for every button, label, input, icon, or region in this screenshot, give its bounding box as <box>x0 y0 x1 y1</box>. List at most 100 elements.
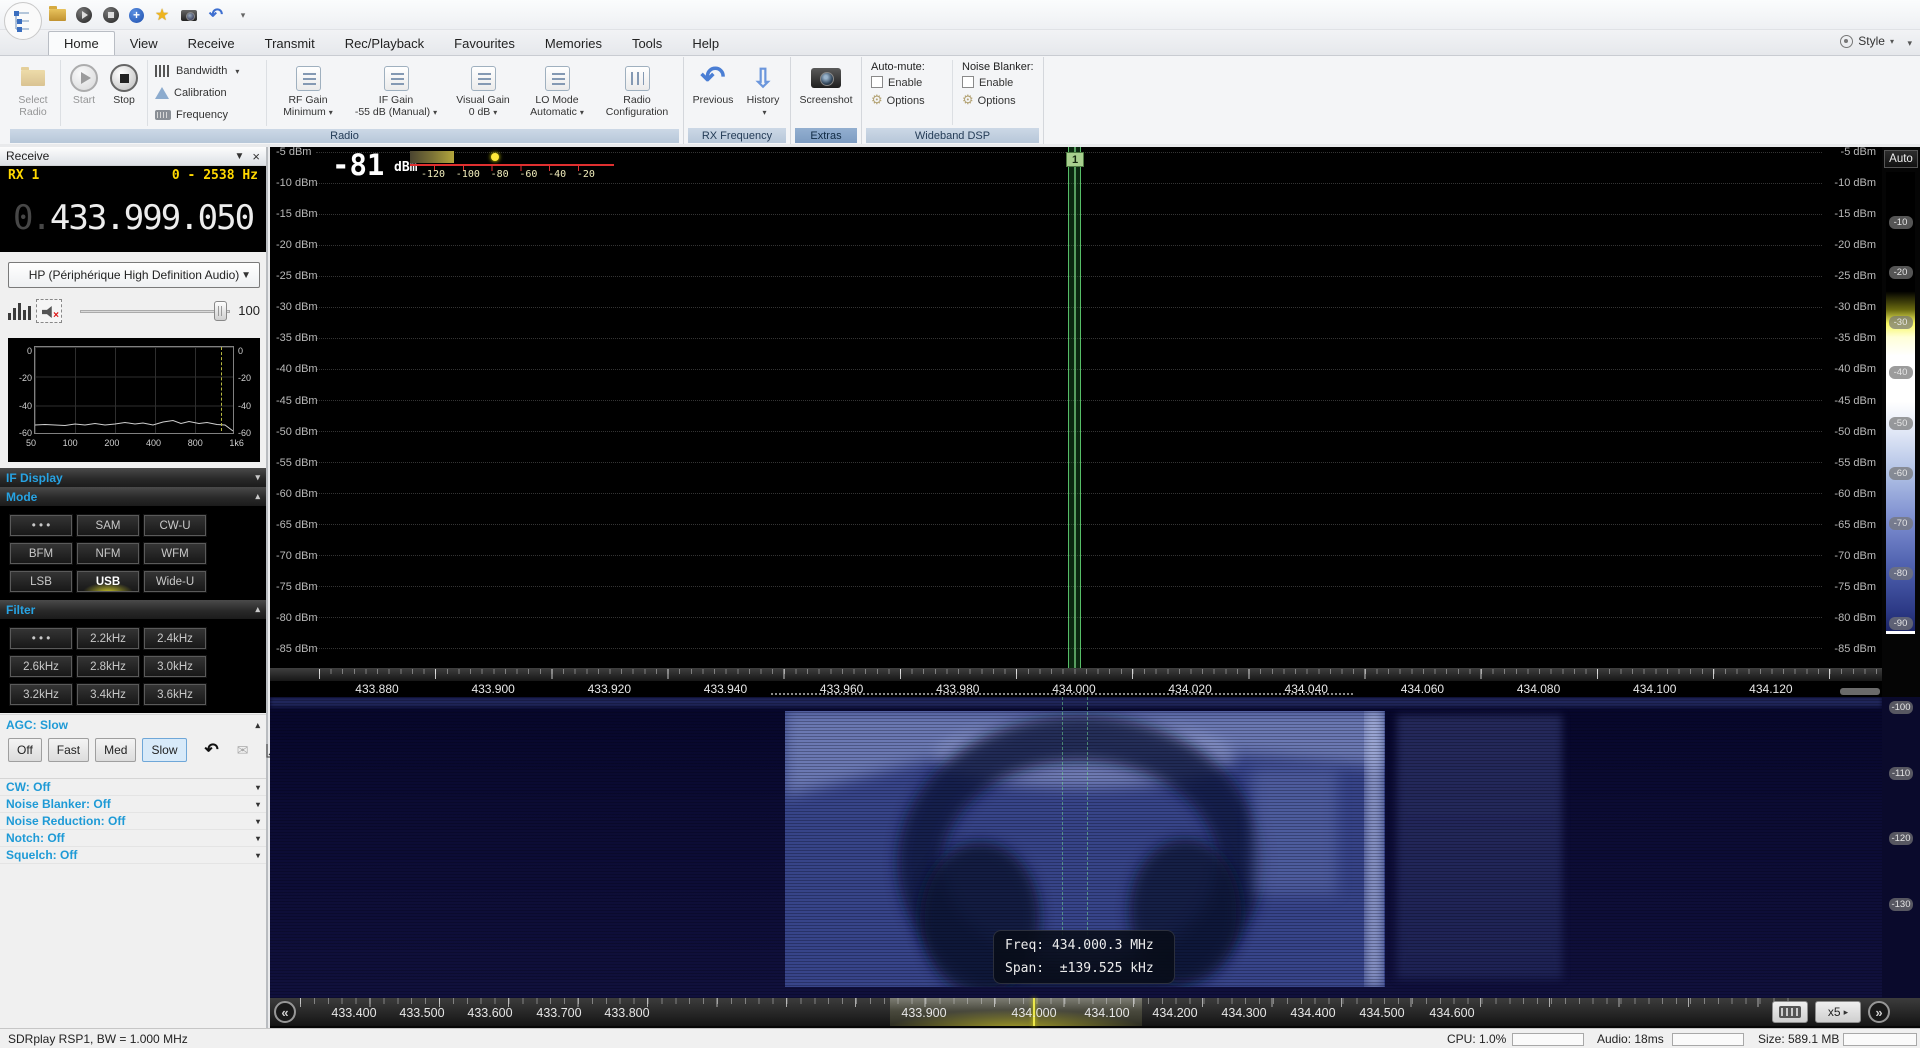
db-axis-label: -25 dBm <box>276 271 322 282</box>
camera-icon[interactable] <box>180 6 198 24</box>
radio-small-buttons: Bandwidth Calibration Frequency <box>151 58 263 128</box>
agc-slow-button[interactable]: Slow <box>142 738 186 762</box>
stop-button[interactable]: Stop <box>104 58 144 128</box>
history-button[interactable]: ⇩ History <box>739 58 787 127</box>
filter-button[interactable]: 2.8kHz <box>77 656 139 677</box>
rx-filter-band[interactable] <box>1068 147 1081 668</box>
audio-progress-bar <box>1672 1033 1744 1046</box>
zoom-factor-button[interactable]: x5 ▸ <box>1815 1001 1861 1023</box>
visual-gain-button[interactable]: Visual Gain 0 dB <box>446 58 520 128</box>
receive-panel-header[interactable]: Receive ▼ × <box>0 147 266 166</box>
screenshot-button[interactable]: Screenshot <box>794 58 858 127</box>
frequency-button[interactable]: Frequency <box>155 104 259 126</box>
calibration-button[interactable]: Calibration <box>155 82 259 104</box>
equalizer-icon[interactable] <box>8 303 31 320</box>
mode-lsb-button[interactable]: LSB <box>10 571 72 592</box>
scroll-left-button[interactable]: « <box>274 1001 296 1023</box>
filter-button[interactable]: 3.6kHz <box>144 684 206 705</box>
if-gain-button[interactable]: IF Gain -55 dB (Manual) <box>346 58 446 128</box>
select-radio-button[interactable]: Select Radio <box>9 58 57 128</box>
style-label: Style <box>1858 34 1885 48</box>
agc-undo-icon[interactable]: ↶ <box>205 740 219 760</box>
filter-button[interactable]: • • • <box>10 628 72 649</box>
section-filter[interactable]: Filter ▴ <box>0 600 266 619</box>
mode-wideu-button[interactable]: Wide-U <box>144 571 206 592</box>
stop-icon[interactable] <box>102 6 120 24</box>
favourite-star-icon[interactable]: ★ <box>153 6 171 24</box>
section-mode[interactable]: Mode ▴ <box>0 487 266 506</box>
spectrum-display[interactable]: -5 dBm-10 dBm-15 dBm-20 dBm-25 dBm-30 dB… <box>270 147 1882 697</box>
band-navigation-bar[interactable]: 433.400 433.500 433.600 433.700 433.800 … <box>270 998 1920 1028</box>
noise-blanker-options-button[interactable]: ⚙Options <box>962 92 1034 108</box>
rf-gain-button[interactable]: RF Gain Minimum <box>270 58 346 128</box>
mode-cwu-button[interactable]: CW-U <box>144 515 206 536</box>
undo-icon[interactable]: ↶ <box>207 6 225 24</box>
agc-off-button[interactable]: Off <box>8 738 42 762</box>
section-if-display[interactable]: IF Display ▾ <box>0 468 266 487</box>
mute-button[interactable]: × <box>36 299 62 323</box>
auto-mute-options-button[interactable]: ⚙Options <box>871 92 943 108</box>
agc-med-button[interactable]: Med <box>95 738 136 762</box>
toolbar-dropdown-icon[interactable]: ▾ <box>234 6 252 24</box>
add-icon[interactable]: + <box>129 8 144 23</box>
lo-mode-button[interactable]: LO Mode Automatic <box>520 58 594 128</box>
app-logo[interactable] <box>4 2 42 40</box>
keyboard-entry-button[interactable] <box>1772 1001 1808 1023</box>
bandwidth-button[interactable]: Bandwidth <box>155 60 259 82</box>
dsp-option-item[interactable]: Notch: Off ▾ <box>0 830 266 847</box>
mini-scrollbar[interactable] <box>1840 688 1880 695</box>
play-icon[interactable] <box>75 6 93 24</box>
meter-scale-label: -80 <box>491 169 509 180</box>
tab-favourites[interactable]: Favourites <box>439 31 530 55</box>
mode-usb-button[interactable]: USB <box>77 571 139 592</box>
waterfall-display[interactable]: Freq: 434.000.3 MHz Span: ±139.525 kHz <box>270 697 1882 998</box>
start-button[interactable]: Start <box>64 58 104 128</box>
dsp-option-item[interactable]: Squelch: Off ▾ <box>0 847 266 864</box>
filter-button[interactable]: 2.2kHz <box>77 628 139 649</box>
auto-mute-enable-checkbox[interactable]: Enable <box>871 76 943 89</box>
filter-button[interactable]: 3.0kHz <box>144 656 206 677</box>
audio-device-select[interactable]: HP (Périphérique High Definition Audio) … <box>8 262 260 288</box>
audio-spectrum-graph[interactable]: 0-20-40-60 0-20-40-60 501002004008001k6 <box>8 338 260 462</box>
previous-button[interactable]: ↶ Previous <box>687 58 739 127</box>
dsp-option-item[interactable]: Noise Reduction: Off ▾ <box>0 813 266 830</box>
axis-label: 100 <box>63 438 78 448</box>
style-menu[interactable]: Style ▾ <box>1840 34 1894 48</box>
frequency-display[interactable]: 0.433.999.050 <box>0 184 266 252</box>
envelope-icon[interactable]: ✉ <box>237 742 249 759</box>
palette-label: -130 <box>1889 898 1913 911</box>
volume-slider-track[interactable] <box>80 310 230 313</box>
volume-slider-thumb[interactable] <box>214 301 227 321</box>
tab-help[interactable]: Help <box>677 31 734 55</box>
tab-transmit[interactable]: Transmit <box>250 31 330 55</box>
dsp-option-item[interactable]: Noise Blanker: Off ▾ <box>0 796 266 813</box>
agc-fast-button[interactable]: Fast <box>48 738 89 762</box>
filter-button[interactable]: 3.4kHz <box>77 684 139 705</box>
scroll-right-button[interactable]: » <box>1868 1001 1890 1023</box>
db-axis-label: -75 dBm <box>1826 582 1876 593</box>
filter-button[interactable]: 3.2kHz <box>10 684 72 705</box>
section-agc[interactable]: AGC: Slow ▴ <box>0 714 266 735</box>
mode-more-button[interactable]: • • • <box>10 515 72 536</box>
tab-home[interactable]: Home <box>48 31 115 55</box>
tab-rec-playback[interactable]: Rec/Playback <box>330 31 439 55</box>
noise-blanker-enable-checkbox[interactable]: Enable <box>962 76 1034 89</box>
filter-button[interactable]: 2.4kHz <box>144 628 206 649</box>
rx-marker-1[interactable]: 1 <box>1066 152 1084 167</box>
tab-view[interactable]: View <box>115 31 173 55</box>
mode-nfm-button[interactable]: NFM <box>77 543 139 564</box>
open-folder-icon[interactable] <box>48 6 66 24</box>
auto-range-button[interactable]: Auto <box>1884 150 1918 168</box>
filter-button[interactable]: 2.6kHz <box>10 656 72 677</box>
mode-bfm-button[interactable]: BFM <box>10 543 72 564</box>
tab-memories[interactable]: Memories <box>530 31 617 55</box>
ribbon-collapse-icon[interactable]: ▾ <box>1907 38 1912 49</box>
tab-receive[interactable]: Receive <box>173 31 250 55</box>
radio-configuration-button[interactable]: Radio Configuration <box>594 58 680 128</box>
mode-sam-button[interactable]: SAM <box>77 515 139 536</box>
mode-wfm-button[interactable]: WFM <box>144 543 206 564</box>
panel-menu-icon[interactable]: ▼ <box>235 151 245 162</box>
dsp-option-item[interactable]: CW: Off ▾ <box>0 779 266 796</box>
tab-tools[interactable]: Tools <box>617 31 677 55</box>
close-icon[interactable]: × <box>252 149 260 164</box>
